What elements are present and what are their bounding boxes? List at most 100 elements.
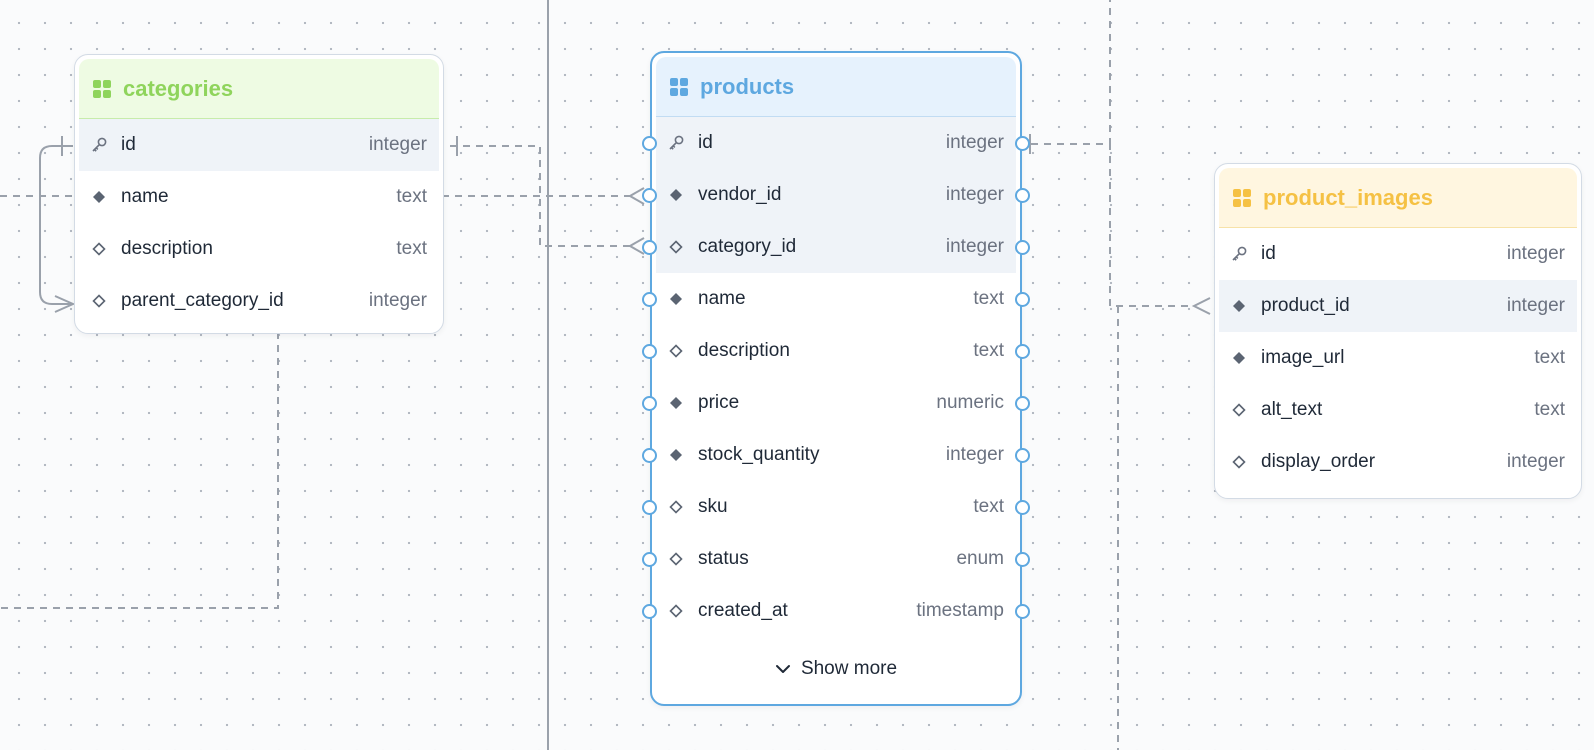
connection-handle-right[interactable] (1015, 551, 1030, 567)
column-row-sku[interactable]: sku text (642, 481, 1030, 533)
key-icon (668, 135, 684, 151)
column-type: text (1534, 399, 1565, 420)
column-type: numeric (936, 392, 1004, 413)
product-images-header[interactable]: product_images (1219, 168, 1577, 228)
column-name: image_url (1261, 347, 1345, 368)
table-categories[interactable]: categories id integer name text descript… (74, 54, 444, 334)
categories-header[interactable]: categories (79, 59, 439, 119)
table-product-images[interactable]: product_images id integer product_id int… (1214, 163, 1582, 499)
filled-diamond-icon (668, 291, 684, 307)
column-name: id (121, 134, 136, 155)
column-type: integer (945, 444, 1004, 465)
products-header[interactable]: products (656, 57, 1016, 117)
column-type: enum (956, 548, 1004, 569)
column-row-price[interactable]: price numeric (642, 377, 1030, 429)
column-type: integer (945, 132, 1004, 153)
connection-handle-right[interactable] (1015, 239, 1030, 255)
column-name: description (121, 238, 213, 259)
hollow-diamond-icon (668, 343, 684, 359)
column-type: text (1534, 347, 1565, 368)
column-row-status[interactable]: status enum (642, 533, 1030, 585)
table-title: product_images (1263, 184, 1433, 210)
connection-handle-left[interactable] (642, 291, 657, 307)
column-row-stock-quantity[interactable]: stock_quantity integer (642, 429, 1030, 481)
column-type: text (973, 340, 1004, 361)
column-row-name[interactable]: name text (79, 171, 439, 223)
table-title: categories (123, 75, 234, 101)
column-row-id[interactable]: id integer (642, 117, 1030, 169)
column-name: status (698, 548, 749, 569)
column-type: timestamp (916, 600, 1004, 621)
column-type: integer (1506, 243, 1565, 264)
column-name: created_at (698, 600, 788, 621)
connection-handle-left[interactable] (642, 187, 657, 203)
column-type: integer (945, 184, 1004, 205)
connection-handle-right[interactable] (1015, 499, 1030, 515)
column-row-display-order[interactable]: display_order integer (1219, 436, 1577, 488)
edge-categories-id-to-products-category-id (437, 145, 632, 247)
connection-handle-left[interactable] (642, 239, 657, 255)
crow-foot-product-images-product-id (1191, 297, 1211, 315)
connection-handle-right[interactable] (1015, 447, 1030, 463)
column-name: name (121, 186, 169, 207)
column-row-alt-text[interactable]: alt_text text (1219, 384, 1577, 436)
column-type: integer (368, 290, 427, 311)
filled-diamond-icon (668, 395, 684, 411)
column-name: id (698, 132, 713, 153)
table-products[interactable]: products id integer vendor_id integer ca… (642, 51, 1030, 706)
column-type: integer (945, 236, 1004, 257)
column-row-category-id[interactable]: category_id integer (642, 221, 1030, 273)
connection-handle-right[interactable] (1015, 603, 1030, 619)
column-type: text (973, 288, 1004, 309)
column-row-image-url[interactable]: image_url text (1219, 332, 1577, 384)
connection-handle-left[interactable] (642, 135, 657, 151)
connection-handle-left[interactable] (642, 447, 657, 463)
hollow-diamond-icon (1231, 454, 1247, 470)
column-row-vendor-id[interactable]: vendor_id integer (642, 169, 1030, 221)
connection-handle-right[interactable] (1015, 135, 1030, 151)
filled-diamond-icon (1231, 350, 1247, 366)
column-row-created-at[interactable]: created_at timestamp (642, 585, 1030, 637)
connection-handle-right[interactable] (1015, 395, 1030, 411)
edge-products-id-to-external (1018, 0, 1111, 145)
show-more-button[interactable]: Show more (652, 637, 1020, 701)
chevron-down-icon (775, 664, 791, 674)
edge-self-reference-parent-category (39, 145, 73, 305)
hollow-diamond-icon (91, 241, 107, 257)
filled-diamond-icon (1231, 298, 1247, 314)
table-title: products (700, 73, 795, 99)
connection-handle-left[interactable] (642, 551, 657, 567)
column-row-id[interactable]: id integer (1219, 228, 1577, 280)
column-row-name[interactable]: name text (642, 273, 1030, 325)
column-row-parent-category-id[interactable]: parent_category_id integer (79, 275, 439, 327)
column-name: alt_text (1261, 399, 1323, 420)
table-grid-icon (93, 79, 111, 98)
column-name: vendor_id (698, 184, 782, 205)
column-row-id[interactable]: id integer (79, 119, 439, 171)
column-name: name (698, 288, 746, 309)
hollow-diamond-icon (91, 293, 107, 309)
connection-handle-left[interactable] (642, 395, 657, 411)
hollow-diamond-icon (668, 603, 684, 619)
connection-handle-left[interactable] (642, 499, 657, 515)
connection-handle-left[interactable] (642, 343, 657, 359)
connection-handle-left[interactable] (642, 603, 657, 619)
column-type: integer (1506, 295, 1565, 316)
edge-categories-to-external (0, 332, 279, 609)
filled-diamond-icon (668, 187, 684, 203)
connection-handle-right[interactable] (1015, 343, 1030, 359)
column-type: text (973, 496, 1004, 517)
connection-handle-right[interactable] (1015, 291, 1030, 307)
connection-handle-right[interactable] (1015, 187, 1030, 203)
hollow-diamond-icon (668, 499, 684, 515)
column-row-product-id[interactable]: product_id integer (1219, 280, 1577, 332)
table-grid-icon (670, 77, 688, 96)
column-name: parent_category_id (121, 290, 284, 311)
column-row-description[interactable]: description text (79, 223, 439, 275)
key-icon (91, 137, 107, 153)
filled-diamond-icon (91, 189, 107, 205)
column-row-description[interactable]: description text (642, 325, 1030, 377)
column-name: category_id (698, 236, 797, 257)
hollow-diamond-icon (668, 551, 684, 567)
table-grid-icon (1233, 188, 1251, 207)
